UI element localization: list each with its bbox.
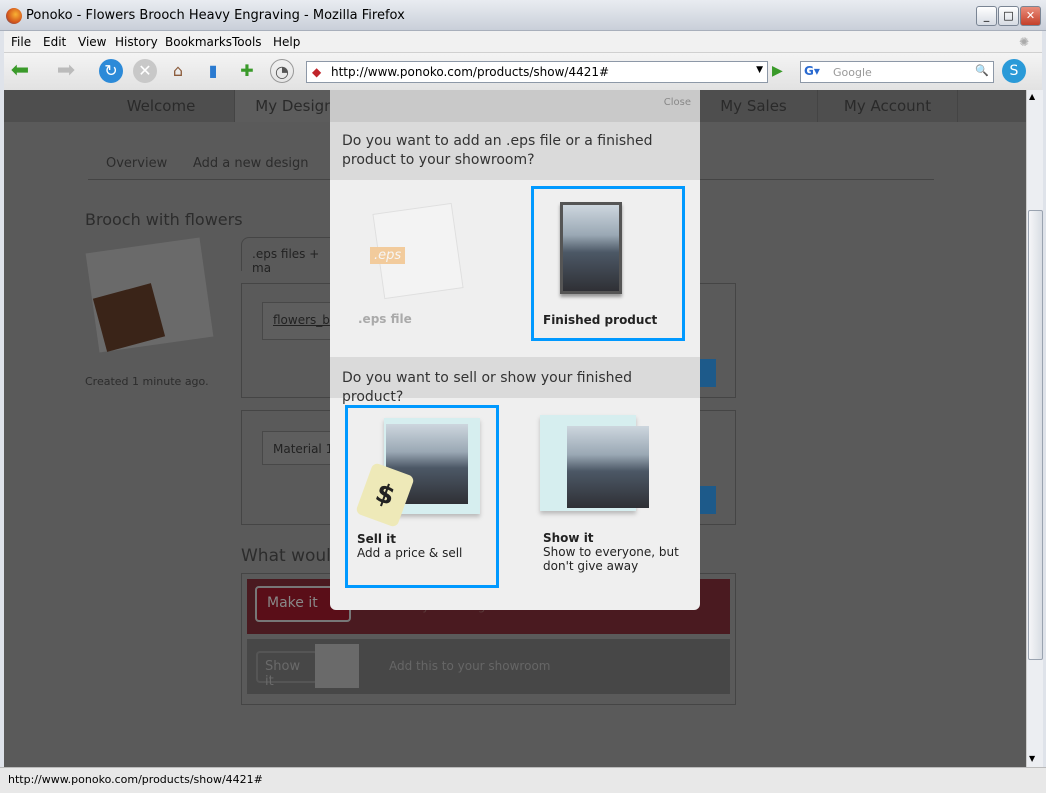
nav-my-sales[interactable]: My Sales (690, 90, 818, 122)
url-dropdown-icon[interactable]: ▼ (756, 65, 763, 75)
menu-edit[interactable]: Edit (43, 35, 66, 49)
nav-my-account[interactable]: My Account (818, 90, 958, 122)
design-heading: Brooch with flowers (85, 210, 243, 229)
google-engine-icon[interactable]: G▾ (804, 64, 820, 78)
close-button[interactable]: Close (664, 97, 691, 108)
show-it-desc: Show to everyone, but don't give away (543, 545, 679, 573)
new-tab-button[interactable]: ✚ (235, 59, 259, 83)
status-bar: http://www.ponoko.com/products/show/4421… (0, 767, 1046, 793)
eps-option[interactable]: .eps (360, 202, 465, 300)
throbber-icon: ✺ (1019, 35, 1030, 49)
title-bar: Ponoko - Flowers Brooch Heavy Engraving … (0, 0, 1046, 31)
show-it-title[interactable]: Show it (543, 531, 594, 545)
scroll-up-icon[interactable]: ▲ (1029, 92, 1035, 101)
menu-view[interactable]: View (78, 35, 106, 49)
question-1: Do you want to add an .eps file or a fin… (330, 122, 700, 180)
search-input[interactable]: G▾ Google 🔍 (800, 61, 994, 83)
finished-product-label: Finished product (543, 313, 658, 327)
bookmarks-button[interactable]: ▮ (201, 59, 225, 83)
what-heading: What would (241, 546, 342, 566)
menu-help[interactable]: Help (273, 35, 300, 49)
url-text: http://www.ponoko.com/products/show/4421… (331, 65, 610, 79)
search-placeholder: Google (833, 66, 872, 79)
dialog-header: Close (330, 90, 700, 122)
eps-label[interactable]: .eps file (358, 312, 412, 326)
scroll-down-icon[interactable]: ▼ (1029, 754, 1035, 763)
forward-button[interactable]: ➡ (54, 59, 78, 83)
minimize-button[interactable]: _ (976, 6, 997, 26)
add-to-showroom-dialog: Close Do you want to add an .eps file or… (330, 90, 700, 610)
window-title: Ponoko - Flowers Brooch Heavy Engraving … (26, 8, 405, 23)
scrollbar-thumb[interactable] (1028, 210, 1043, 660)
navigation-toolbar: ⬅ ➡ ↻ ✕ ⌂ ▮ ✚ ◔ ◆ http://www.ponoko.com/… (4, 53, 1042, 90)
close-window-button[interactable]: ✕ (1020, 6, 1041, 26)
menu-bookmarks[interactable]: Bookmarks (165, 35, 232, 49)
home-button[interactable]: ⌂ (166, 59, 190, 83)
go-button[interactable]: ▶ (772, 63, 783, 79)
eps-badge: .eps (370, 247, 406, 264)
sell-it-option[interactable]: $ Sell it Add a price & sell (345, 405, 499, 588)
robot-thumbnail (315, 644, 359, 688)
reload-button[interactable]: ↻ (99, 59, 123, 83)
show-it-desc: Add this to your showroom (389, 659, 551, 673)
stop-button[interactable]: ✕ (133, 59, 157, 83)
history-clock-icon[interactable]: ◔ (270, 59, 294, 83)
nav-welcome[interactable]: Welcome (88, 90, 235, 122)
question-2: Do you want to sell or show your finishe… (330, 357, 700, 405)
firefox-logo-icon (6, 8, 22, 24)
site-favicon-icon: ◆ (312, 65, 322, 79)
finished-product-image (560, 202, 622, 294)
show-it-row: Show it Add this to your showroom (247, 639, 730, 694)
tab-eps-files[interactable]: .eps files + ma (241, 237, 341, 275)
sell-it-desc: Add a price & sell (357, 546, 463, 560)
subnav-add-design[interactable]: Add a new design (193, 156, 309, 171)
maximize-button[interactable]: □ (998, 6, 1019, 26)
created-text: Created 1 minute ago. (85, 375, 209, 388)
search-icon[interactable]: 🔍 (975, 64, 989, 77)
show-it-image[interactable] (567, 426, 649, 508)
menu-file[interactable]: File (11, 35, 31, 49)
show-it-button[interactable]: Show it (256, 651, 318, 689)
back-button[interactable]: ⬅ (8, 59, 32, 83)
vertical-scrollbar[interactable]: ▲ ▼ (1026, 90, 1043, 767)
subnav-overview[interactable]: Overview (106, 156, 167, 171)
menu-history[interactable]: History (115, 35, 158, 49)
sell-it-title: Sell it (357, 532, 397, 546)
url-bar[interactable]: ◆ http://www.ponoko.com/products/show/44… (306, 61, 768, 83)
menu-bar: File Edit View History Bookmarks Tools H… (4, 31, 1042, 53)
finished-product-option[interactable]: Finished product (531, 186, 685, 341)
menu-tools[interactable]: Tools (232, 35, 262, 49)
skype-icon[interactable]: S (1002, 59, 1026, 83)
